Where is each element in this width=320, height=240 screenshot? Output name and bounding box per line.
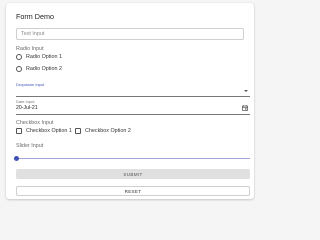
reset-button[interactable]: RESET xyxy=(16,186,250,196)
checkbox-option-2[interactable]: Checkbox Option 2 xyxy=(75,128,131,134)
slider-track[interactable] xyxy=(16,158,250,159)
checkbox-option-1-label: Checkbox Option 1 xyxy=(26,128,72,134)
date-value: 20-Jul-21 xyxy=(16,105,38,111)
radio-option-1-label: Radio Option 1 xyxy=(26,54,62,60)
dropdown-select[interactable] xyxy=(16,88,250,97)
radio-circle-icon[interactable] xyxy=(16,54,22,60)
text-input[interactable] xyxy=(16,28,244,40)
slider-input-label: Slider Input xyxy=(16,143,44,149)
slider-thumb[interactable] xyxy=(14,155,19,161)
form-card: Form Demo Radio Input Radio Option 1 Rad… xyxy=(6,3,254,199)
form-title: Form Demo xyxy=(16,12,54,21)
checkbox-box-icon[interactable] xyxy=(75,128,81,134)
dropdown-input-label: Dropdown Input xyxy=(16,82,45,87)
checkbox-input-label: Checkbox Input xyxy=(16,120,54,126)
date-input[interactable]: 20-Jul-21 xyxy=(16,105,250,115)
radio-option-2[interactable]: Radio Option 2 xyxy=(16,66,62,72)
radio-option-2-label: Radio Option 2 xyxy=(26,66,62,72)
checkbox-box-icon[interactable] xyxy=(16,128,22,134)
date-input-label: Date Input xyxy=(16,99,35,104)
checkbox-option-1[interactable]: Checkbox Option 1 xyxy=(16,128,72,134)
submit-button[interactable]: SUBMIT xyxy=(16,169,250,179)
calendar-icon[interactable] xyxy=(242,105,248,111)
checkbox-option-2-label: Checkbox Option 2 xyxy=(85,128,131,134)
radio-option-1[interactable]: Radio Option 1 xyxy=(16,54,62,60)
chevron-down-icon[interactable] xyxy=(244,90,248,92)
radio-input-label: Radio Input xyxy=(16,46,44,52)
radio-circle-icon[interactable] xyxy=(16,66,22,72)
